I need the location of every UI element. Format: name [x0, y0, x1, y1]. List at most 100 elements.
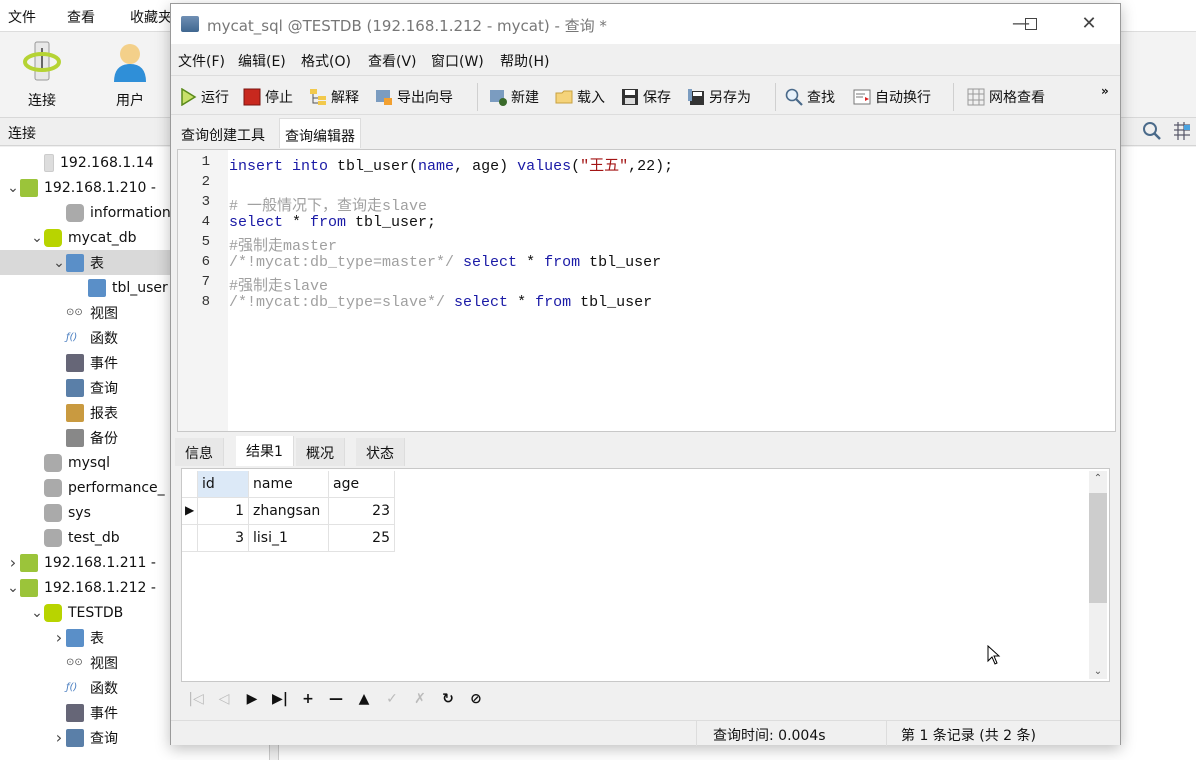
code-line[interactable]: #强制走slave: [229, 274, 328, 295]
chevron-right-icon[interactable]: ›: [52, 628, 66, 647]
delete-record-icon[interactable]: —: [327, 691, 345, 707]
result-grid[interactable]: ⌃ ⌄ id name age ▶ 1 zhangsan 23 3 lisi_1 25: [181, 468, 1110, 682]
maximize-button[interactable]: [1019, 12, 1043, 36]
code-line[interactable]: /*!mycat:db_type=master*/ select * from …: [229, 254, 661, 271]
query-window-titlebar[interactable]: mycat_sql @TESTDB (192.168.1.212 - mycat…: [171, 4, 1120, 44]
explain-button[interactable]: 解释: [309, 85, 359, 109]
main-menu-favorites[interactable]: 收藏夹: [130, 7, 172, 27]
tree-item-table[interactable]: tbl_user: [74, 275, 168, 300]
discard-icon[interactable]: ✗: [411, 691, 429, 707]
tree-item-database-gray[interactable]: mysql: [30, 450, 110, 475]
refresh-icon[interactable]: ↻: [439, 691, 457, 707]
add-record-icon[interactable]: +: [299, 691, 317, 707]
next-record-icon[interactable]: ▶: [243, 691, 261, 707]
grid-cell[interactable]: 23: [329, 498, 395, 525]
chevron-down-icon[interactable]: ⌄: [6, 580, 20, 596]
menu-edit[interactable]: 编辑(E): [238, 51, 286, 71]
column-header-id[interactable]: id: [198, 471, 249, 498]
tree-item-backups[interactable]: 备份: [52, 425, 118, 450]
grid-cell[interactable]: lisi_1: [249, 525, 329, 552]
tree-item-views[interactable]: ⊙⊙ 视图: [52, 300, 118, 325]
toolbar-overflow-button[interactable]: »: [1101, 79, 1109, 103]
tree-item-database-gray[interactable]: test_db: [30, 525, 120, 550]
scroll-down-icon[interactable]: ⌄: [1089, 666, 1107, 677]
code-line[interactable]: #强制走master: [229, 234, 337, 255]
grid-cell[interactable]: 25: [329, 525, 395, 552]
new-button[interactable]: 新建: [489, 85, 539, 109]
find-button[interactable]: 查找: [785, 85, 835, 109]
menu-help[interactable]: 帮助(H): [500, 51, 549, 71]
column-header-age[interactable]: age: [329, 471, 395, 498]
grid-vertical-scrollbar[interactable]: ⌃ ⌄: [1089, 471, 1107, 679]
user-button[interactable]: 用户: [100, 40, 160, 110]
tree-item-connection[interactable]: ⌄ 192.168.1.210 -: [6, 175, 156, 200]
word-wrap-button[interactable]: 自动换行: [853, 85, 931, 109]
scrollbar-thumb[interactable]: [1089, 493, 1107, 603]
tree-item-functions[interactable]: ƒ() 函数: [52, 325, 118, 350]
menu-view[interactable]: 查看(V): [368, 51, 417, 71]
tree-item-views[interactable]: ⊙⊙ 视图: [52, 650, 118, 675]
search-icon[interactable]: [1142, 121, 1162, 141]
chevron-right-icon[interactable]: ›: [52, 728, 66, 747]
menu-file[interactable]: 文件(F): [178, 51, 225, 71]
row-header[interactable]: [182, 525, 198, 552]
tree-item-reports[interactable]: 报表: [52, 400, 118, 425]
tree-item-connection-inactive[interactable]: 192.168.1.14: [30, 150, 154, 175]
tree-item-connection[interactable]: ⌄ 192.168.1.212 -: [6, 575, 156, 600]
tree-item-database[interactable]: ⌄ TESTDB: [30, 600, 123, 625]
save-as-button[interactable]: 另存为: [687, 85, 751, 109]
sql-editor[interactable]: 1 insert into tbl_user(name, age) values(…: [177, 149, 1116, 432]
tree-item-tables[interactable]: › 表: [52, 625, 104, 650]
grid-view-button[interactable]: 网格查看: [967, 85, 1045, 109]
run-button[interactable]: 运行: [179, 85, 229, 109]
code-line[interactable]: insert into tbl_user(name, age) values("…: [229, 154, 673, 175]
first-record-icon[interactable]: |◁: [187, 691, 205, 707]
tab-query-builder[interactable]: 查询创建工具: [176, 118, 270, 148]
export-wizard-button[interactable]: 导出向导: [375, 85, 453, 109]
apply-icon[interactable]: ✓: [383, 691, 401, 707]
stop-button[interactable]: 停止: [243, 85, 293, 109]
menu-window[interactable]: 窗口(W): [431, 51, 484, 71]
code-line[interactable]: /*!mycat:db_type=slave*/ select * from t…: [229, 294, 652, 311]
tree-item-events[interactable]: 事件: [52, 700, 118, 725]
chevron-down-icon[interactable]: ⌄: [30, 230, 44, 246]
stop-refresh-icon[interactable]: ⊘: [467, 691, 485, 707]
tab-query-editor[interactable]: 查询编辑器: [279, 118, 361, 148]
tree-item-database-gray[interactable]: performance_: [30, 475, 165, 500]
last-record-icon[interactable]: ▶|: [271, 691, 289, 707]
tab-result-1[interactable]: 结果1: [236, 436, 294, 466]
close-button[interactable]: ✕: [1077, 12, 1101, 36]
tree-item-database-gray[interactable]: information_: [52, 200, 178, 225]
tree-item-functions[interactable]: ƒ() 函数: [52, 675, 118, 700]
code-line[interactable]: # 一般情况下，查询走slave: [229, 194, 427, 215]
tree-item-events[interactable]: 事件: [52, 350, 118, 375]
grid-cell[interactable]: 1: [198, 498, 249, 525]
load-button[interactable]: 载入: [555, 85, 605, 109]
chevron-down-icon[interactable]: ⌄: [30, 605, 44, 621]
tree-item-database[interactable]: ⌄ mycat_db: [30, 225, 136, 250]
tree-item-queries[interactable]: › 查询: [52, 725, 118, 750]
tree-item-queries[interactable]: 查询: [52, 375, 118, 400]
main-menu-view[interactable]: 查看: [67, 7, 95, 27]
tab-status[interactable]: 状态: [356, 438, 405, 466]
main-menu-file[interactable]: 文件: [8, 7, 36, 27]
chevron-down-icon[interactable]: ⌄: [52, 255, 66, 271]
chevron-right-icon[interactable]: ›: [6, 553, 20, 572]
scroll-up-icon[interactable]: ⌃: [1089, 473, 1107, 484]
grid-cell[interactable]: 3: [198, 525, 249, 552]
tab-info[interactable]: 信息: [175, 438, 224, 466]
grid-view-icon[interactable]: [1172, 121, 1192, 141]
tab-profile[interactable]: 概况: [296, 438, 345, 466]
menu-format[interactable]: 格式(O): [301, 51, 351, 71]
code-line[interactable]: select * from tbl_user;: [229, 214, 436, 231]
row-header[interactable]: ▶: [182, 498, 198, 525]
connect-button[interactable]: 连接: [12, 40, 72, 110]
save-button[interactable]: 保存: [621, 85, 671, 109]
chevron-down-icon[interactable]: ⌄: [6, 180, 20, 196]
prev-record-icon[interactable]: ◁: [215, 691, 233, 707]
grid-cell[interactable]: zhangsan: [249, 498, 329, 525]
tree-item-database-gray[interactable]: sys: [30, 500, 91, 525]
up-icon[interactable]: ▲: [355, 691, 373, 707]
column-header-name[interactable]: name: [249, 471, 329, 498]
tree-item-connection[interactable]: › 192.168.1.211 -: [6, 550, 156, 575]
